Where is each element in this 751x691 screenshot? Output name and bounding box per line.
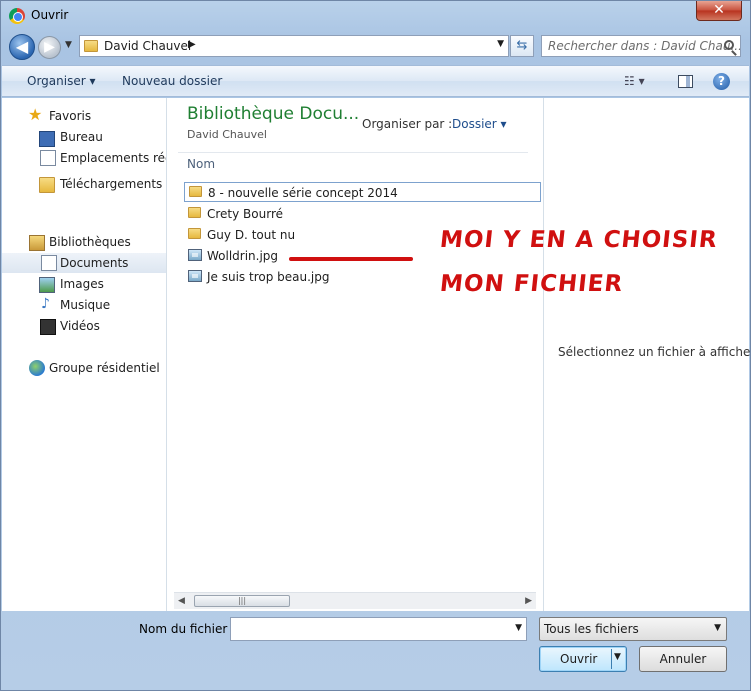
sidebar-item-documents[interactable]: Documents [2, 253, 166, 273]
preview-pane-toggle-icon[interactable] [678, 75, 693, 88]
organise-button[interactable]: Organiser ▾ [27, 74, 95, 88]
desktop-icon [39, 131, 55, 147]
title-bar[interactable]: Ouvrir ✕ [1, 1, 750, 31]
command-toolbar: Organiser ▾ Nouveau dossier ☷ ▾ ? [2, 65, 749, 97]
close-button[interactable]: ✕ [696, 1, 742, 21]
sidebar-item-homegroup[interactable]: Groupe résidentiel [2, 358, 166, 378]
search-placeholder: Rechercher dans : David Chau... [548, 39, 741, 53]
file-name: Wolldrin.jpg [207, 249, 279, 263]
image-file-icon [188, 270, 202, 282]
images-icon [39, 277, 55, 293]
scroll-right-icon[interactable]: ▶ [525, 596, 532, 606]
file-list-pane: Bibliothèque Docu... David Chauvel Organ… [168, 98, 542, 611]
window-title: Ouvrir [31, 8, 69, 22]
navigation-pane: ★ Favoris Bureau Emplacements récents Té… [2, 98, 167, 611]
downloads-folder-icon [39, 177, 55, 193]
forward-button[interactable]: ▶ [38, 36, 61, 59]
scrollbar-thumb[interactable]: ||| [194, 595, 290, 607]
sidebar-item-desktop[interactable]: Bureau [2, 127, 166, 147]
annotation-text-line-2: MON FICHIER [438, 271, 625, 297]
divider [178, 152, 528, 153]
sidebar-item-label: Téléchargements [60, 177, 163, 191]
back-button[interactable]: ◀ [9, 34, 35, 60]
address-dropdown-icon[interactable]: ▼ [497, 39, 504, 49]
homegroup-icon [29, 360, 45, 376]
navigation-bar: ◀ ▶ ▼ David Chauvel ▶ ▼ ⇆ Rechercher dan… [1, 31, 750, 63]
sidebar-item-label: Documents [60, 256, 129, 270]
sidebar-item-music[interactable]: ♪ Musique [2, 295, 166, 315]
open-options-dropdown-icon[interactable]: ▼ [614, 652, 621, 662]
sidebar-item-images[interactable]: Images [2, 274, 166, 294]
breadcrumb-chevron-icon[interactable]: ▶ [188, 39, 196, 50]
sidebar-item-label: Emplacements récents [60, 151, 166, 165]
sidebar-item-label: Images [60, 277, 104, 291]
sidebar-item-label: Musique [60, 298, 111, 312]
open-button-label: Ouvrir [560, 652, 598, 666]
open-file-dialog: Ouvrir ✕ ◀ ▶ ▼ David Chauvel ▶ ▼ ⇆ Reche… [0, 0, 751, 691]
library-title: Bibliothèque Docu... [187, 104, 360, 124]
divider [611, 649, 612, 669]
search-icon [724, 40, 734, 50]
preview-empty-message: Sélectionnez un fichier à afficher. [558, 345, 751, 359]
history-dropdown-icon[interactable]: ▼ [65, 40, 72, 50]
annotation-underline [289, 257, 413, 261]
scroll-left-icon[interactable]: ◀ [178, 596, 185, 606]
sidebar-item-downloads[interactable]: Téléchargements [2, 174, 166, 194]
file-type-value: Tous les fichiers [544, 622, 639, 636]
file-name: 8 - nouvelle série concept 2014 [208, 186, 398, 200]
sidebar-item-libraries[interactable]: Bibliothèques [2, 232, 166, 252]
new-folder-button[interactable]: Nouveau dossier [122, 74, 222, 88]
libraries-icon [29, 235, 45, 251]
folder-icon [188, 207, 201, 218]
filename-label: Nom du fichier : [139, 622, 236, 636]
dialog-content: ★ Favoris Bureau Emplacements récents Té… [2, 98, 751, 611]
videos-icon [40, 319, 56, 335]
folder-icon [189, 186, 202, 197]
sidebar-item-label: Vidéos [60, 319, 100, 333]
refresh-button[interactable]: ⇆ [510, 35, 534, 57]
sidebar-item-videos[interactable]: Vidéos [2, 316, 166, 336]
folder-icon [84, 40, 98, 52]
filename-input[interactable]: ▼ [230, 617, 527, 641]
cancel-button[interactable]: Annuler [639, 646, 727, 672]
annotation-text-line-1: MOI Y EN A CHOISIR [438, 227, 719, 253]
file-list-item[interactable]: Crety Bourré [184, 204, 541, 224]
view-options-button[interactable]: ☷ ▾ [624, 74, 645, 88]
filename-dropdown-icon[interactable]: ▼ [515, 623, 522, 633]
recent-places-icon [40, 150, 56, 166]
arrange-by-label: Organiser par : [362, 117, 453, 131]
file-type-filter[interactable]: Tous les fichiers ▼ [539, 617, 727, 641]
image-file-icon [188, 249, 202, 261]
sidebar-item-label: Groupe résidentiel [49, 361, 160, 375]
chevron-down-icon: ▼ [714, 623, 721, 633]
library-subtitle: David Chauvel [187, 128, 267, 141]
search-input[interactable]: Rechercher dans : David Chau... [541, 35, 741, 57]
preview-pane: Sélectionnez un fichier à afficher. [543, 98, 751, 611]
music-icon: ♪ [41, 296, 50, 312]
sidebar-item-recent-places[interactable]: Emplacements récents [2, 148, 166, 168]
documents-icon [41, 255, 57, 271]
help-button[interactable]: ? [713, 73, 730, 90]
folder-icon [188, 228, 201, 239]
chrome-icon [9, 8, 25, 24]
sidebar-item-label: Bureau [60, 130, 103, 144]
open-button[interactable]: Ouvrir ▼ [539, 646, 627, 672]
star-icon: ★ [28, 106, 43, 124]
sidebar-item-label: Favoris [49, 109, 92, 123]
file-name: Guy D. tout nu [207, 228, 296, 242]
file-name: Crety Bourré [207, 207, 284, 221]
address-breadcrumb[interactable]: David Chauvel [104, 39, 191, 53]
file-list-item[interactable]: 8 - nouvelle série concept 2014 [184, 182, 541, 202]
file-name: Je suis trop beau.jpg [207, 270, 330, 284]
horizontal-scrollbar[interactable]: ◀ ||| ▶ [174, 592, 536, 609]
sidebar-item-label: Bibliothèques [49, 235, 131, 249]
arrange-by-dropdown[interactable]: Dossier ▾ [452, 117, 507, 131]
address-bar[interactable]: David Chauvel ▶ ▼ [79, 35, 509, 57]
sidebar-item-favorites[interactable]: ★ Favoris [2, 106, 166, 126]
column-header-name[interactable]: Nom [187, 157, 215, 171]
